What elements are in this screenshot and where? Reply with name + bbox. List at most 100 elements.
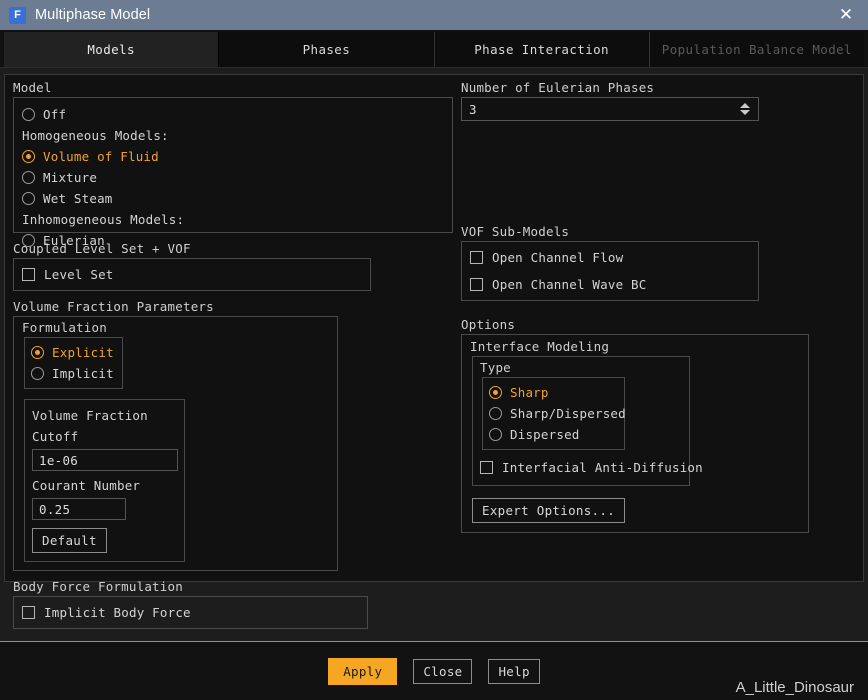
checkbox-open-channel-wave-bc[interactable]: Open Channel Wave BC — [470, 274, 750, 295]
default-button[interactable]: Default — [32, 528, 107, 553]
volume-fraction-parameters-group: Volume Fraction Parameters Formulation E… — [13, 300, 453, 571]
radio-sharp-dispersed[interactable]: Sharp/Dispersed — [489, 403, 626, 424]
radio-indicator — [31, 346, 44, 359]
options-group: Options Interface Modeling Type Sharp Sh… — [461, 318, 855, 533]
radio-dispersed[interactable]: Dispersed — [489, 424, 618, 445]
eulerian-phases-label: Number of Eulerian Phases — [461, 80, 655, 95]
watermark: A_Little_Dinosaur — [735, 679, 854, 696]
tab-phases[interactable]: Phases — [219, 32, 435, 67]
title-bar: F Multiphase Model ✕ — [0, 0, 868, 30]
tab-phase-interaction[interactable]: Phase Interaction — [434, 32, 650, 67]
radio-indicator — [489, 407, 502, 420]
checkbox-interfacial-anti-diffusion[interactable]: Interfacial Anti-Diffusion — [480, 457, 703, 478]
vof-submodels-body: Open Channel Flow Open Channel Wave BC — [461, 241, 759, 301]
radio-indicator — [489, 428, 502, 441]
volume-fraction-cutoff-label: Volume Fraction Cutoff — [32, 408, 148, 444]
radio-label: Implicit — [52, 366, 114, 381]
radio-label: Mixture — [43, 170, 98, 185]
fluent-app-icon: F — [9, 6, 26, 24]
window-title: Multiphase Model — [35, 7, 151, 23]
radio-volume-of-fluid[interactable]: Volume of Fluid — [22, 146, 444, 167]
interface-modeling-title: Interface Modeling — [470, 339, 610, 354]
coupled-level-set-body: Level Set — [13, 258, 371, 291]
volume-fraction-cutoff-input[interactable]: 1e-06 — [32, 449, 178, 471]
dialog-body: Model Off Homogeneous Models: Volume of … — [0, 68, 868, 641]
coupled-level-set-group: Coupled Level Set + VOF Level Set — [13, 242, 453, 291]
interface-modeling-body: Type Sharp Sharp/Dispersed Dispersed Int… — [472, 356, 703, 486]
model-group-body: Off Homogeneous Models: Volume of Fluid … — [13, 97, 453, 248]
checkbox-indicator — [480, 461, 493, 474]
eulerian-phases-group: Number of Eulerian Phases 3 — [461, 81, 855, 121]
type-title: Type — [480, 360, 511, 375]
eulerian-phases-value[interactable]: 3 — [462, 98, 736, 120]
checkbox-indicator — [470, 278, 483, 291]
checkbox-indicator — [22, 268, 35, 281]
radio-indicator — [31, 367, 44, 380]
checkbox-level-set[interactable]: Level Set — [22, 264, 362, 285]
models-panel: Model Off Homogeneous Models: Volume of … — [4, 74, 864, 629]
radio-indicator — [22, 192, 35, 205]
checkbox-label: Open Channel Wave BC — [492, 277, 647, 292]
tab-bar: Models Phases Phase Interaction Populati… — [0, 30, 868, 68]
vof-submodels-group: VOF Sub-Models Open Channel Flow Open Ch… — [461, 225, 855, 301]
checkbox-label: Interfacial Anti-Diffusion — [502, 460, 703, 475]
coupled-level-set-title: Coupled Level Set + VOF — [13, 241, 191, 256]
checkbox-label: Level Set — [44, 267, 114, 282]
radio-indicator — [22, 150, 35, 163]
courant-number-label: Courant Number — [32, 478, 141, 493]
close-button[interactable]: Close — [413, 658, 473, 684]
formulation-title: Formulation — [22, 320, 107, 335]
chevron-up-icon[interactable] — [740, 103, 750, 108]
radio-explicit[interactable]: Explicit — [31, 342, 116, 363]
formulation-body: Explicit Implicit — [24, 337, 123, 389]
radio-indicator — [22, 108, 35, 121]
radio-indicator — [22, 234, 35, 247]
left-column: Model Off Homogeneous Models: Volume of … — [13, 80, 453, 629]
tab-population-balance-model: Population Balance Model — [649, 32, 864, 67]
model-group-title: Model — [13, 80, 52, 95]
cutoff-courant-body: Volume Fraction Cutoff 1e-06 Courant Num… — [24, 399, 185, 562]
checkbox-indicator — [470, 251, 483, 264]
volume-fraction-parameters-body: Formulation Explicit Implicit Volume Fra… — [13, 316, 338, 571]
courant-number-input[interactable]: 0.25 — [32, 498, 126, 520]
radio-mixture[interactable]: Mixture — [22, 167, 444, 188]
options-body: Interface Modeling Type Sharp Sharp/Disp… — [461, 334, 809, 533]
group-label-text: Homogeneous Models: — [22, 128, 169, 143]
stepper-buttons[interactable] — [736, 98, 758, 120]
type-body: Sharp Sharp/Dispersed Dispersed — [482, 377, 626, 450]
model-group: Model Off Homogeneous Models: Volume of … — [13, 80, 453, 248]
chevron-down-icon[interactable] — [740, 110, 750, 115]
homogeneous-models-label: Homogeneous Models: — [22, 125, 444, 146]
volume-fraction-parameters-title: Volume Fraction Parameters — [13, 299, 214, 314]
inhomogeneous-models-label: Inhomogeneous Models: — [22, 209, 444, 230]
apply-button[interactable]: Apply — [328, 657, 398, 685]
options-title: Options — [461, 317, 516, 332]
vof-submodels-title: VOF Sub-Models — [461, 224, 570, 239]
checkbox-label: Open Channel Flow — [492, 250, 624, 265]
radio-indicator — [22, 171, 35, 184]
radio-label: Sharp — [510, 385, 549, 400]
multiphase-model-dialog: F Multiphase Model ✕ Models Phases Phase… — [0, 0, 868, 700]
radio-indicator — [489, 386, 502, 399]
radio-implicit[interactable]: Implicit — [31, 363, 116, 384]
radio-label: Wet Steam — [43, 191, 113, 206]
dialog-footer: Apply Close Help A_Little_Dinosaur — [0, 642, 868, 700]
right-column: Number of Eulerian Phases 3 VOF Sub-Mode… — [461, 81, 855, 575]
radio-sharp[interactable]: Sharp — [489, 382, 618, 403]
radio-label: Explicit — [52, 345, 114, 360]
radio-label: Volume of Fluid — [43, 149, 159, 164]
close-icon[interactable]: ✕ — [824, 0, 868, 30]
radio-wet-steam[interactable]: Wet Steam — [22, 188, 444, 209]
radio-off[interactable]: Off — [22, 104, 444, 125]
radio-label: Dispersed — [510, 427, 580, 442]
eulerian-phases-stepper[interactable]: 3 — [461, 97, 759, 121]
tab-models[interactable]: Models — [4, 32, 220, 67]
radio-label: Sharp/Dispersed — [510, 406, 626, 421]
right-column-spacer — [461, 130, 855, 225]
help-button[interactable]: Help — [488, 658, 540, 684]
checkbox-open-channel-flow[interactable]: Open Channel Flow — [470, 247, 750, 268]
radio-label: Off — [43, 107, 67, 122]
expert-options-button[interactable]: Expert Options... — [472, 498, 626, 523]
group-label-text: Inhomogeneous Models: — [22, 212, 185, 227]
